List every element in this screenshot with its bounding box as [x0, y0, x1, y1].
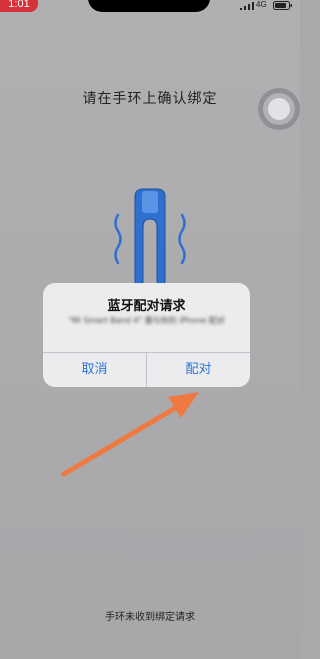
assistive-touch-center: [268, 98, 290, 120]
cancel-button[interactable]: 取消: [43, 353, 146, 387]
signal-icon: [240, 2, 254, 10]
smart-band-icon: [114, 188, 186, 288]
notch: [88, 0, 210, 12]
band-not-received-link[interactable]: 手环未收到绑定请求: [0, 608, 300, 623]
screen: 1:01 4G 请在手环上确认绑定 蓝牙配对请求 "Mi Smart Band …: [0, 0, 300, 659]
status-bar: 1:01 4G: [0, 0, 300, 14]
battery-icon: [273, 1, 292, 10]
assistive-touch-icon[interactable]: [258, 88, 300, 130]
network-label: 4G: [256, 0, 267, 9]
dialog-title: 蓝牙配对请求: [107, 299, 186, 314]
pair-button[interactable]: 配对: [147, 353, 250, 387]
page-title: 请在手环上确认绑定: [82, 91, 218, 107]
bluetooth-pairing-dialog: 蓝牙配对请求 "Mi Smart Band 4" 要与你的 iPhone 配对 …: [43, 283, 250, 387]
dialog-message: "Mi Smart Band 4" 要与你的 iPhone 配对: [68, 316, 225, 325]
status-time: 1:01: [0, 0, 38, 12]
